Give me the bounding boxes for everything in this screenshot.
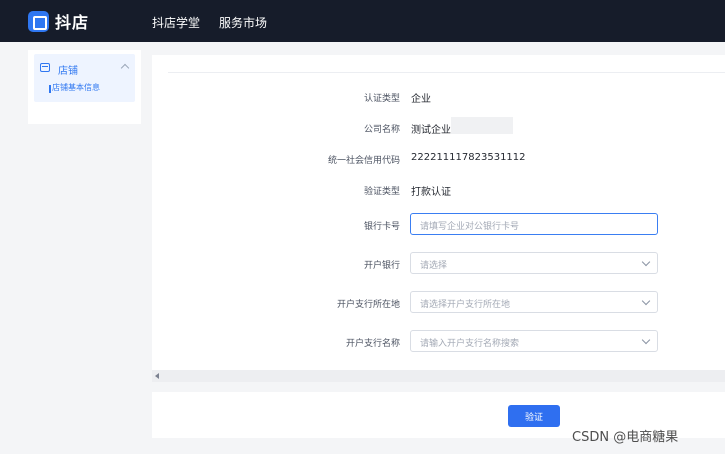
chevron-down-icon xyxy=(641,257,651,267)
redacted-block xyxy=(451,117,513,134)
cert-type-value: 企业 xyxy=(411,94,431,105)
nav-link-service-market[interactable]: 服务市场 xyxy=(219,14,267,31)
chevron-down-icon xyxy=(641,296,651,306)
bank-card-placeholder: 请填写企业对公银行卡号 xyxy=(420,222,520,232)
nav-link-academy[interactable]: 抖店学堂 xyxy=(152,14,200,31)
credit-code-label: 统一社会信用代码 xyxy=(327,156,400,166)
branch-location-select[interactable]: 请选择开户支行所在地 xyxy=(410,291,658,313)
brand-logo[interactable]: 抖店 xyxy=(28,10,89,32)
branch-location-placeholder: 请选择开户支行所在地 xyxy=(420,300,511,310)
bank-placeholder: 请选择 xyxy=(420,261,448,271)
doudian-logo-icon xyxy=(28,10,49,32)
sidebar-item-store-info[interactable]: 店铺基本信息 xyxy=(52,82,100,93)
bank-select[interactable]: 请选择 xyxy=(410,252,658,274)
company-name-value: 测试企业 xyxy=(411,125,451,136)
branch-name-label: 开户支行名称 xyxy=(345,339,400,349)
top-nav-bar: 抖店 抖店学堂 服务市场 xyxy=(0,0,725,42)
verify-type-label: 验证类型 xyxy=(363,187,400,197)
branch-name-select[interactable]: 请输入开户支行名称搜索 xyxy=(410,330,658,352)
verify-button[interactable]: 验证 xyxy=(508,405,560,427)
sidebar: 店铺 店铺基本信息 xyxy=(28,50,141,124)
arrow-left-icon[interactable] xyxy=(155,373,159,379)
sidebar-group-label: 店铺 xyxy=(58,66,78,77)
chevron-down-icon xyxy=(641,335,651,345)
cert-type-label: 认证类型 xyxy=(363,94,400,104)
credit-code-value: 222211117823531112 xyxy=(411,152,526,163)
bank-card-label: 银行卡号 xyxy=(363,222,400,232)
chevron-up-icon[interactable] xyxy=(120,63,130,73)
branch-location-label: 开户支行所在地 xyxy=(336,300,400,310)
verify-type-value: 打款认证 xyxy=(411,187,451,198)
brand-name: 抖店 xyxy=(55,13,90,32)
bank-label: 开户银行 xyxy=(363,261,400,271)
horizontal-scrollbar[interactable] xyxy=(152,370,725,382)
branch-name-placeholder: 请输入开户支行名称搜索 xyxy=(420,339,520,349)
company-name-label: 公司名称 xyxy=(363,125,400,135)
bank-card-input[interactable]: 请填写企业对公银行卡号 xyxy=(410,213,658,235)
active-indicator xyxy=(49,85,51,93)
watermark: CSDN @电商糖果 xyxy=(572,430,679,445)
sidebar-group-store[interactable]: 店铺 店铺基本信息 xyxy=(34,54,135,102)
panel-divider xyxy=(168,72,725,73)
store-icon xyxy=(40,63,50,72)
